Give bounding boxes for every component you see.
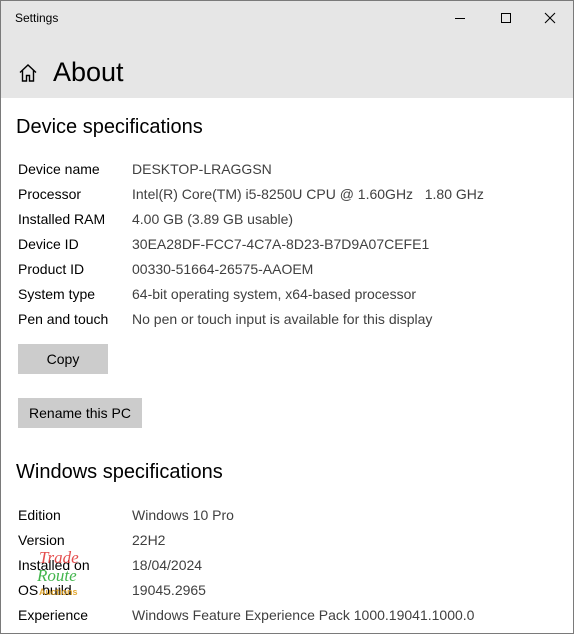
spec-label: Device name bbox=[18, 161, 100, 177]
spec-label: System type bbox=[18, 286, 96, 302]
spec-row-installed-on: Installed on 18/04/2024 bbox=[18, 554, 558, 576]
settings-window: Settings About Device specifications Dev… bbox=[0, 0, 574, 634]
spec-row-processor: Processor Intel(R) Core(TM) i5-8250U CPU… bbox=[18, 183, 558, 205]
spec-value[interactable]: Windows 10 Pro bbox=[132, 504, 234, 526]
spec-label: Installed RAM bbox=[18, 211, 106, 227]
device-specs-title: Device specifications bbox=[16, 116, 203, 138]
close-icon bbox=[544, 12, 556, 24]
spec-label: Pen and touch bbox=[18, 311, 109, 327]
spec-row-device-name: Device name DESKTOP-LRAGGSN bbox=[18, 158, 558, 180]
page-header: About bbox=[17, 57, 124, 88]
spec-label: OS build bbox=[18, 582, 72, 598]
copy-button[interactable]: Copy bbox=[18, 344, 108, 374]
page-title: About bbox=[53, 57, 124, 87]
spec-value[interactable]: 64-bit operating system, x64-based proce… bbox=[132, 283, 416, 305]
rename-pc-button[interactable]: Rename this PC bbox=[18, 398, 142, 428]
spec-label: Installed on bbox=[18, 557, 90, 573]
minimize-icon bbox=[455, 18, 465, 19]
spec-value[interactable]: 22H2 bbox=[132, 529, 165, 551]
title-bar: Settings About bbox=[1, 1, 573, 98]
home-icon[interactable] bbox=[17, 62, 39, 84]
spec-row-os-build: OS build 19045.2965 bbox=[18, 579, 558, 601]
spec-label: Version bbox=[18, 532, 65, 548]
spec-row-experience: Experience Windows Feature Experience Pa… bbox=[18, 604, 558, 626]
maximize-button[interactable] bbox=[483, 1, 529, 35]
spec-label: Experience bbox=[18, 607, 89, 623]
window-title: Settings bbox=[15, 11, 59, 25]
spec-value[interactable]: Windows Feature Experience Pack 1000.190… bbox=[132, 604, 474, 626]
spec-row-system-type: System type 64-bit operating system, x64… bbox=[18, 283, 558, 305]
spec-value[interactable]: 19045.2965 bbox=[132, 579, 206, 601]
spec-row-product-id: Product ID 00330-51664-26575-AAOEM bbox=[18, 258, 558, 280]
spec-value[interactable]: 18/04/2024 bbox=[132, 554, 202, 576]
spec-label: Processor bbox=[18, 186, 82, 202]
spec-value[interactable]: 4.00 GB (3.89 GB usable) bbox=[132, 208, 293, 230]
spec-value[interactable]: 30EA28DF-FCC7-4C7A-8D23-B7D9A07CEFE1 bbox=[132, 233, 429, 255]
close-button[interactable] bbox=[527, 1, 573, 35]
spec-row-installed-ram: Installed RAM 4.00 GB (3.89 GB usable) bbox=[18, 208, 558, 230]
spec-value[interactable]: No pen or touch input is available for t… bbox=[132, 308, 432, 330]
spec-label: Edition bbox=[18, 507, 61, 523]
spec-row-device-id: Device ID 30EA28DF-FCC7-4C7A-8D23-B7D9A0… bbox=[18, 233, 558, 255]
maximize-icon bbox=[501, 13, 511, 23]
spec-row-version: Version 22H2 bbox=[18, 529, 558, 551]
spec-label: Device ID bbox=[18, 236, 79, 252]
spec-value[interactable]: Intel(R) Core(TM) i5-8250U CPU @ 1.60GHz… bbox=[132, 183, 484, 205]
windows-specs-title: Windows specifications bbox=[16, 461, 223, 483]
spec-value[interactable]: DESKTOP-LRAGGSN bbox=[132, 158, 272, 180]
minimize-button[interactable] bbox=[437, 1, 483, 35]
spec-label: Product ID bbox=[18, 261, 85, 277]
spec-row-pen-and-touch: Pen and touch No pen or touch input is a… bbox=[18, 308, 558, 330]
spec-value[interactable]: 00330-51664-26575-AAOEM bbox=[132, 258, 313, 280]
spec-row-edition: Edition Windows 10 Pro bbox=[18, 504, 558, 526]
